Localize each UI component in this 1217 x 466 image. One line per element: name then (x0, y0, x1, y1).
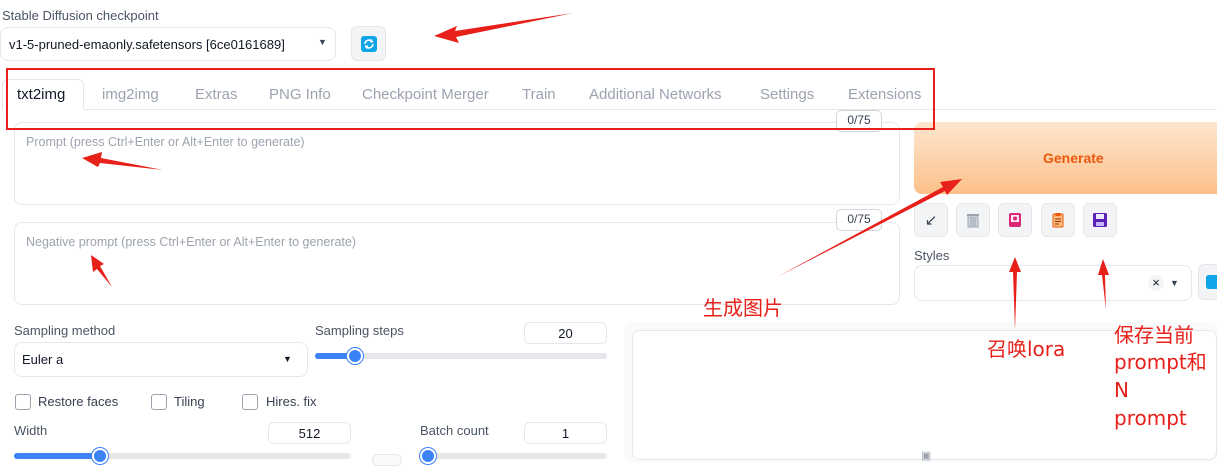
arrow-save (1098, 259, 1109, 310)
arrow-lora (1009, 257, 1021, 330)
generate-annotation: 生成图片 (703, 296, 783, 320)
arrow-checkpoint (434, 13, 573, 43)
arrow-prompt (82, 152, 163, 170)
arrow-generate (777, 179, 962, 277)
annotation-arrows (82, 13, 1109, 330)
save-annotation-line-1: 保存当前 (1114, 323, 1194, 347)
save-annotation-line-3: N (1114, 378, 1129, 402)
save-annotation-line-4: prompt (1114, 406, 1187, 430)
arrow-negative-prompt (91, 255, 112, 287)
save-annotation-line-2: prompt和 (1114, 350, 1207, 374)
lora-annotation: 召唤lora (987, 337, 1066, 361)
